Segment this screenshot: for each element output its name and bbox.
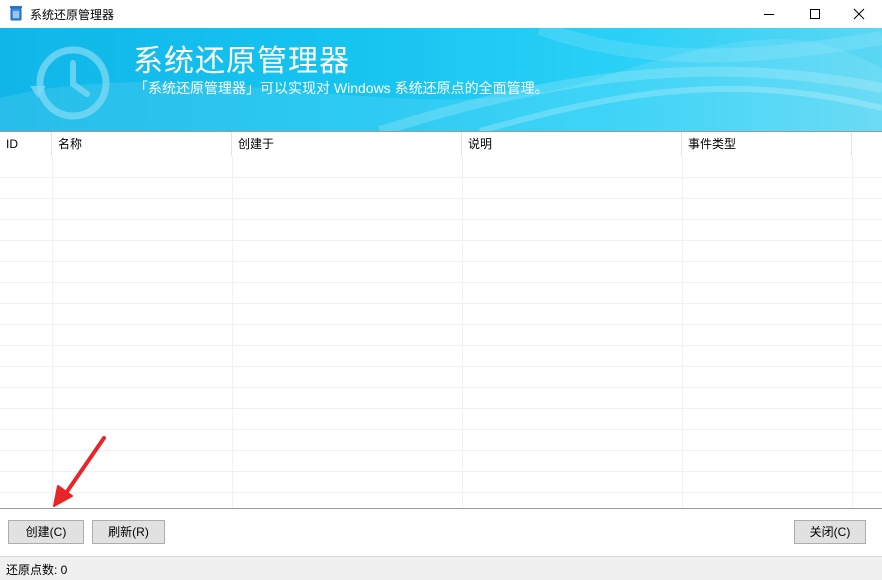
- grid-row-line: [0, 429, 882, 430]
- grid-divider: [852, 156, 853, 508]
- grid-row-line: [0, 450, 882, 451]
- banner-subtitle: 「系统还原管理器」可以实现对 Windows 系统还原点的全面管理。: [134, 80, 549, 96]
- title-bar: 系统还原管理器: [0, 0, 882, 28]
- close-icon: [853, 8, 865, 20]
- maximize-button[interactable]: [792, 0, 838, 28]
- column-header-name[interactable]: 名称: [52, 132, 232, 156]
- status-bar: 还原点数: 0: [0, 556, 882, 580]
- grid-row-line: [0, 492, 882, 493]
- close-app-button[interactable]: 关闭(C): [794, 520, 866, 544]
- grid-row-line: [0, 282, 882, 283]
- grid-row-line: [0, 366, 882, 367]
- grid-row-line: [0, 219, 882, 220]
- grid-row-line: [0, 345, 882, 346]
- clock-restore-icon: [30, 46, 110, 120]
- column-header-id[interactable]: ID: [0, 132, 52, 156]
- grid-divider: [52, 156, 53, 508]
- column-header-created[interactable]: 创建于: [232, 132, 462, 156]
- column-header-description[interactable]: 说明: [462, 132, 682, 156]
- grid-row-line: [0, 303, 882, 304]
- header-banner: 系统还原管理器 「系统还原管理器」可以实现对 Windows 系统还原点的全面管…: [0, 28, 882, 131]
- grid-row-line: [0, 324, 882, 325]
- create-button[interactable]: 创建(C): [8, 520, 84, 544]
- restore-point-count: 还原点数: 0: [6, 563, 68, 577]
- window-title: 系统还原管理器: [30, 8, 115, 22]
- grid-row-line: [0, 387, 882, 388]
- grid-divider: [682, 156, 683, 508]
- grid-divider: [462, 156, 463, 508]
- grid-row-line: [0, 408, 882, 409]
- refresh-button[interactable]: 刷新(R): [92, 520, 165, 544]
- maximize-icon: [810, 9, 820, 19]
- minimize-button[interactable]: [746, 0, 792, 28]
- banner-title: 系统还原管理器: [133, 44, 350, 79]
- grid-divider: [232, 156, 233, 508]
- grid-row-line: [0, 177, 882, 178]
- grid-row-line: [0, 198, 882, 199]
- column-header-event-type[interactable]: 事件类型: [682, 132, 852, 156]
- grid-row-line: [0, 240, 882, 241]
- grid-row-line: [0, 471, 882, 472]
- minimize-icon: [764, 14, 774, 15]
- grid-row-line: [0, 261, 882, 262]
- recycle-bin-icon: [10, 6, 22, 21]
- close-button[interactable]: [836, 0, 882, 28]
- restore-points-table[interactable]: ID 名称 创建于 说明 事件类型: [0, 131, 882, 509]
